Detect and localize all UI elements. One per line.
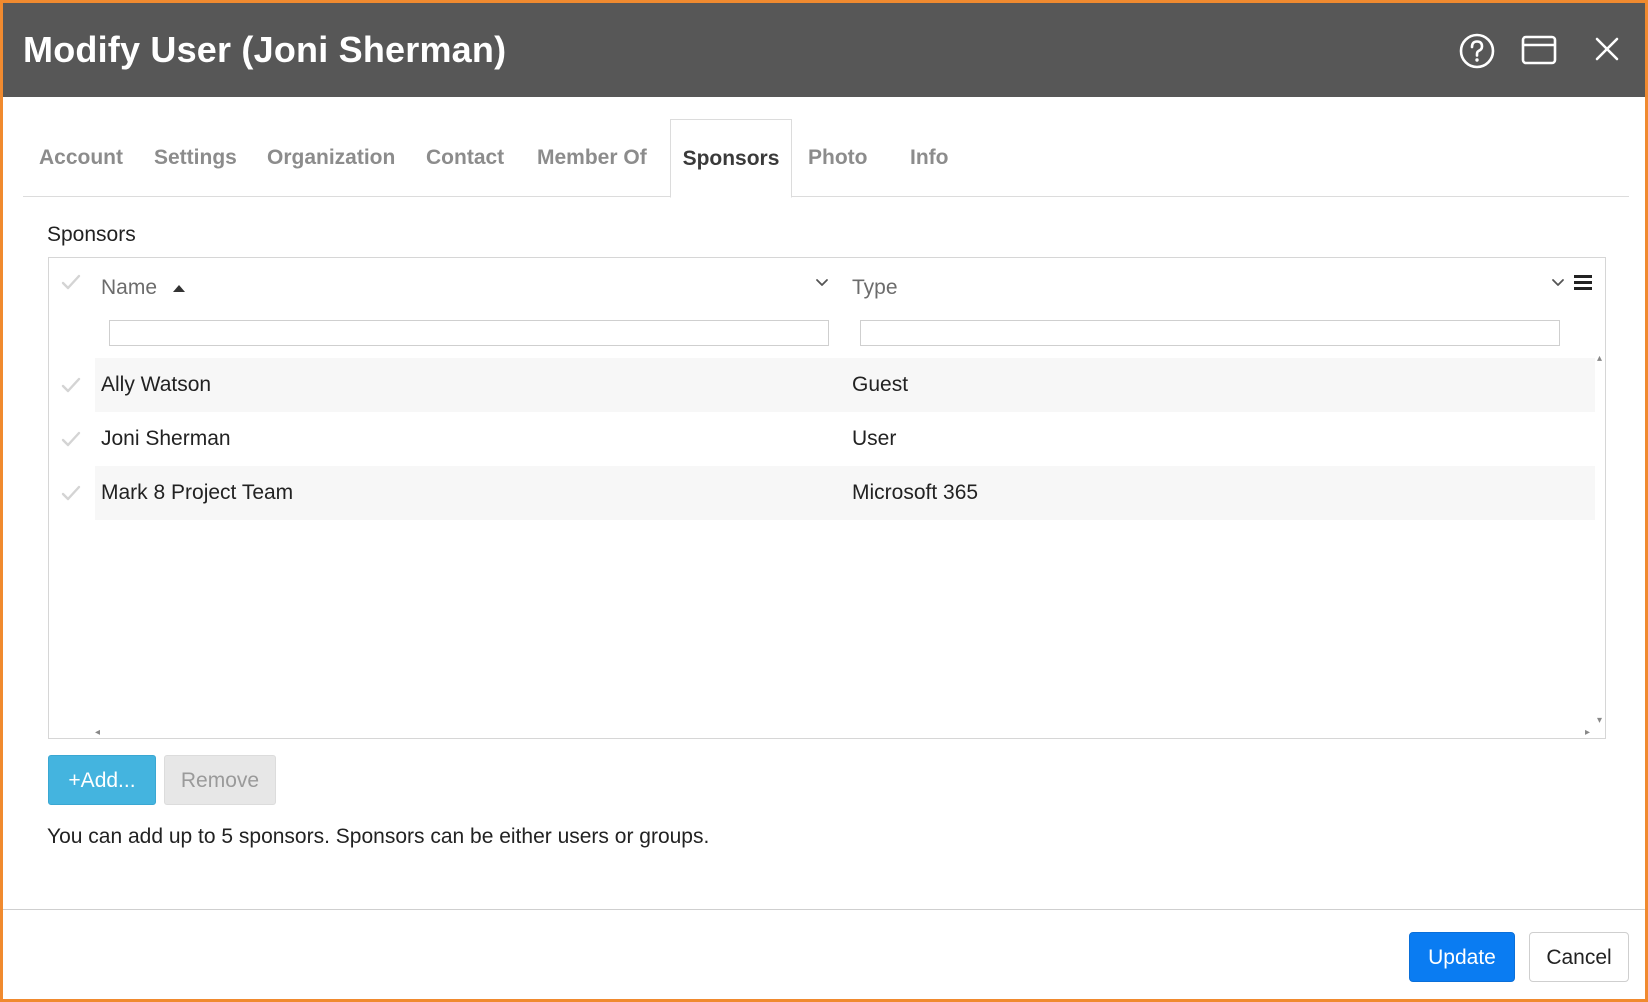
scroll-up-arrow-icon[interactable]: ▴: [1597, 354, 1602, 364]
row-type: Guest: [852, 373, 909, 396]
update-button[interactable]: Update: [1409, 932, 1515, 982]
row-name: Ally Watson: [101, 373, 212, 396]
table-row[interactable]: Mark 8 Project Team Microsoft 365: [49, 466, 1605, 520]
tab-info[interactable]: Info: [910, 119, 948, 197]
row-name: Mark 8 Project Team: [101, 481, 294, 504]
cancel-button[interactable]: Cancel: [1529, 932, 1629, 982]
tab-member-of[interactable]: Member Of: [537, 119, 647, 197]
row-type: User: [852, 427, 897, 450]
sponsors-grid: Name Type Ally Watson Guest Joni Sherman…: [48, 257, 1606, 739]
name-column-menu-chevron-icon[interactable]: [813, 274, 831, 292]
tab-account[interactable]: Account: [39, 119, 123, 197]
table-row[interactable]: Ally Watson Guest: [49, 358, 1605, 412]
tab-settings[interactable]: Settings: [154, 119, 237, 197]
window-icon[interactable]: [1519, 31, 1559, 71]
footer-divider: [3, 909, 1645, 910]
tab-organization[interactable]: Organization: [267, 119, 395, 197]
scroll-left-arrow-icon[interactable]: ◂: [95, 728, 100, 738]
row-type: Microsoft 365: [852, 481, 979, 504]
sponsors-hint-text: You can add up to 5 sponsors. Sponsors c…: [47, 825, 710, 848]
tab-photo[interactable]: Photo: [808, 119, 867, 197]
remove-sponsor-button[interactable]: Remove: [164, 755, 276, 805]
type-filter-input[interactable]: [860, 320, 1560, 346]
title-bar: Modify User (Joni Sherman): [3, 3, 1645, 97]
select-all-checkbox[interactable]: [59, 270, 83, 294]
sort-ascending-icon[interactable]: [171, 282, 187, 294]
column-header-name[interactable]: Name: [101, 276, 157, 300]
column-header-type[interactable]: Type: [852, 276, 898, 300]
help-icon[interactable]: [1457, 31, 1497, 71]
table-row[interactable]: Joni Sherman User: [49, 412, 1605, 466]
row-name: Joni Sherman: [101, 427, 231, 450]
tab-sponsors[interactable]: Sponsors: [670, 119, 792, 198]
scroll-right-arrow-icon[interactable]: ▸: [1585, 728, 1590, 738]
scroll-down-arrow-icon[interactable]: ▾: [1597, 716, 1602, 726]
name-filter-input[interactable]: [109, 320, 829, 346]
row-checkbox[interactable]: [59, 481, 83, 505]
sponsors-section-label: Sponsors: [47, 223, 136, 246]
dialog-title: Modify User (Joni Sherman): [23, 29, 507, 70]
row-checkbox[interactable]: [59, 427, 83, 451]
tab-bar: Account Settings Organization Contact Me…: [23, 119, 1629, 198]
row-checkbox[interactable]: [59, 373, 83, 397]
grid-menu-icon[interactable]: [1574, 272, 1596, 294]
modify-user-dialog: Modify User (Joni Sherman) Account Setti…: [0, 0, 1648, 1002]
tab-contact[interactable]: Contact: [426, 119, 504, 197]
close-icon[interactable]: [1587, 31, 1627, 71]
add-sponsor-button[interactable]: +Add...: [48, 755, 156, 805]
type-column-menu-chevron-icon[interactable]: [1549, 274, 1567, 292]
